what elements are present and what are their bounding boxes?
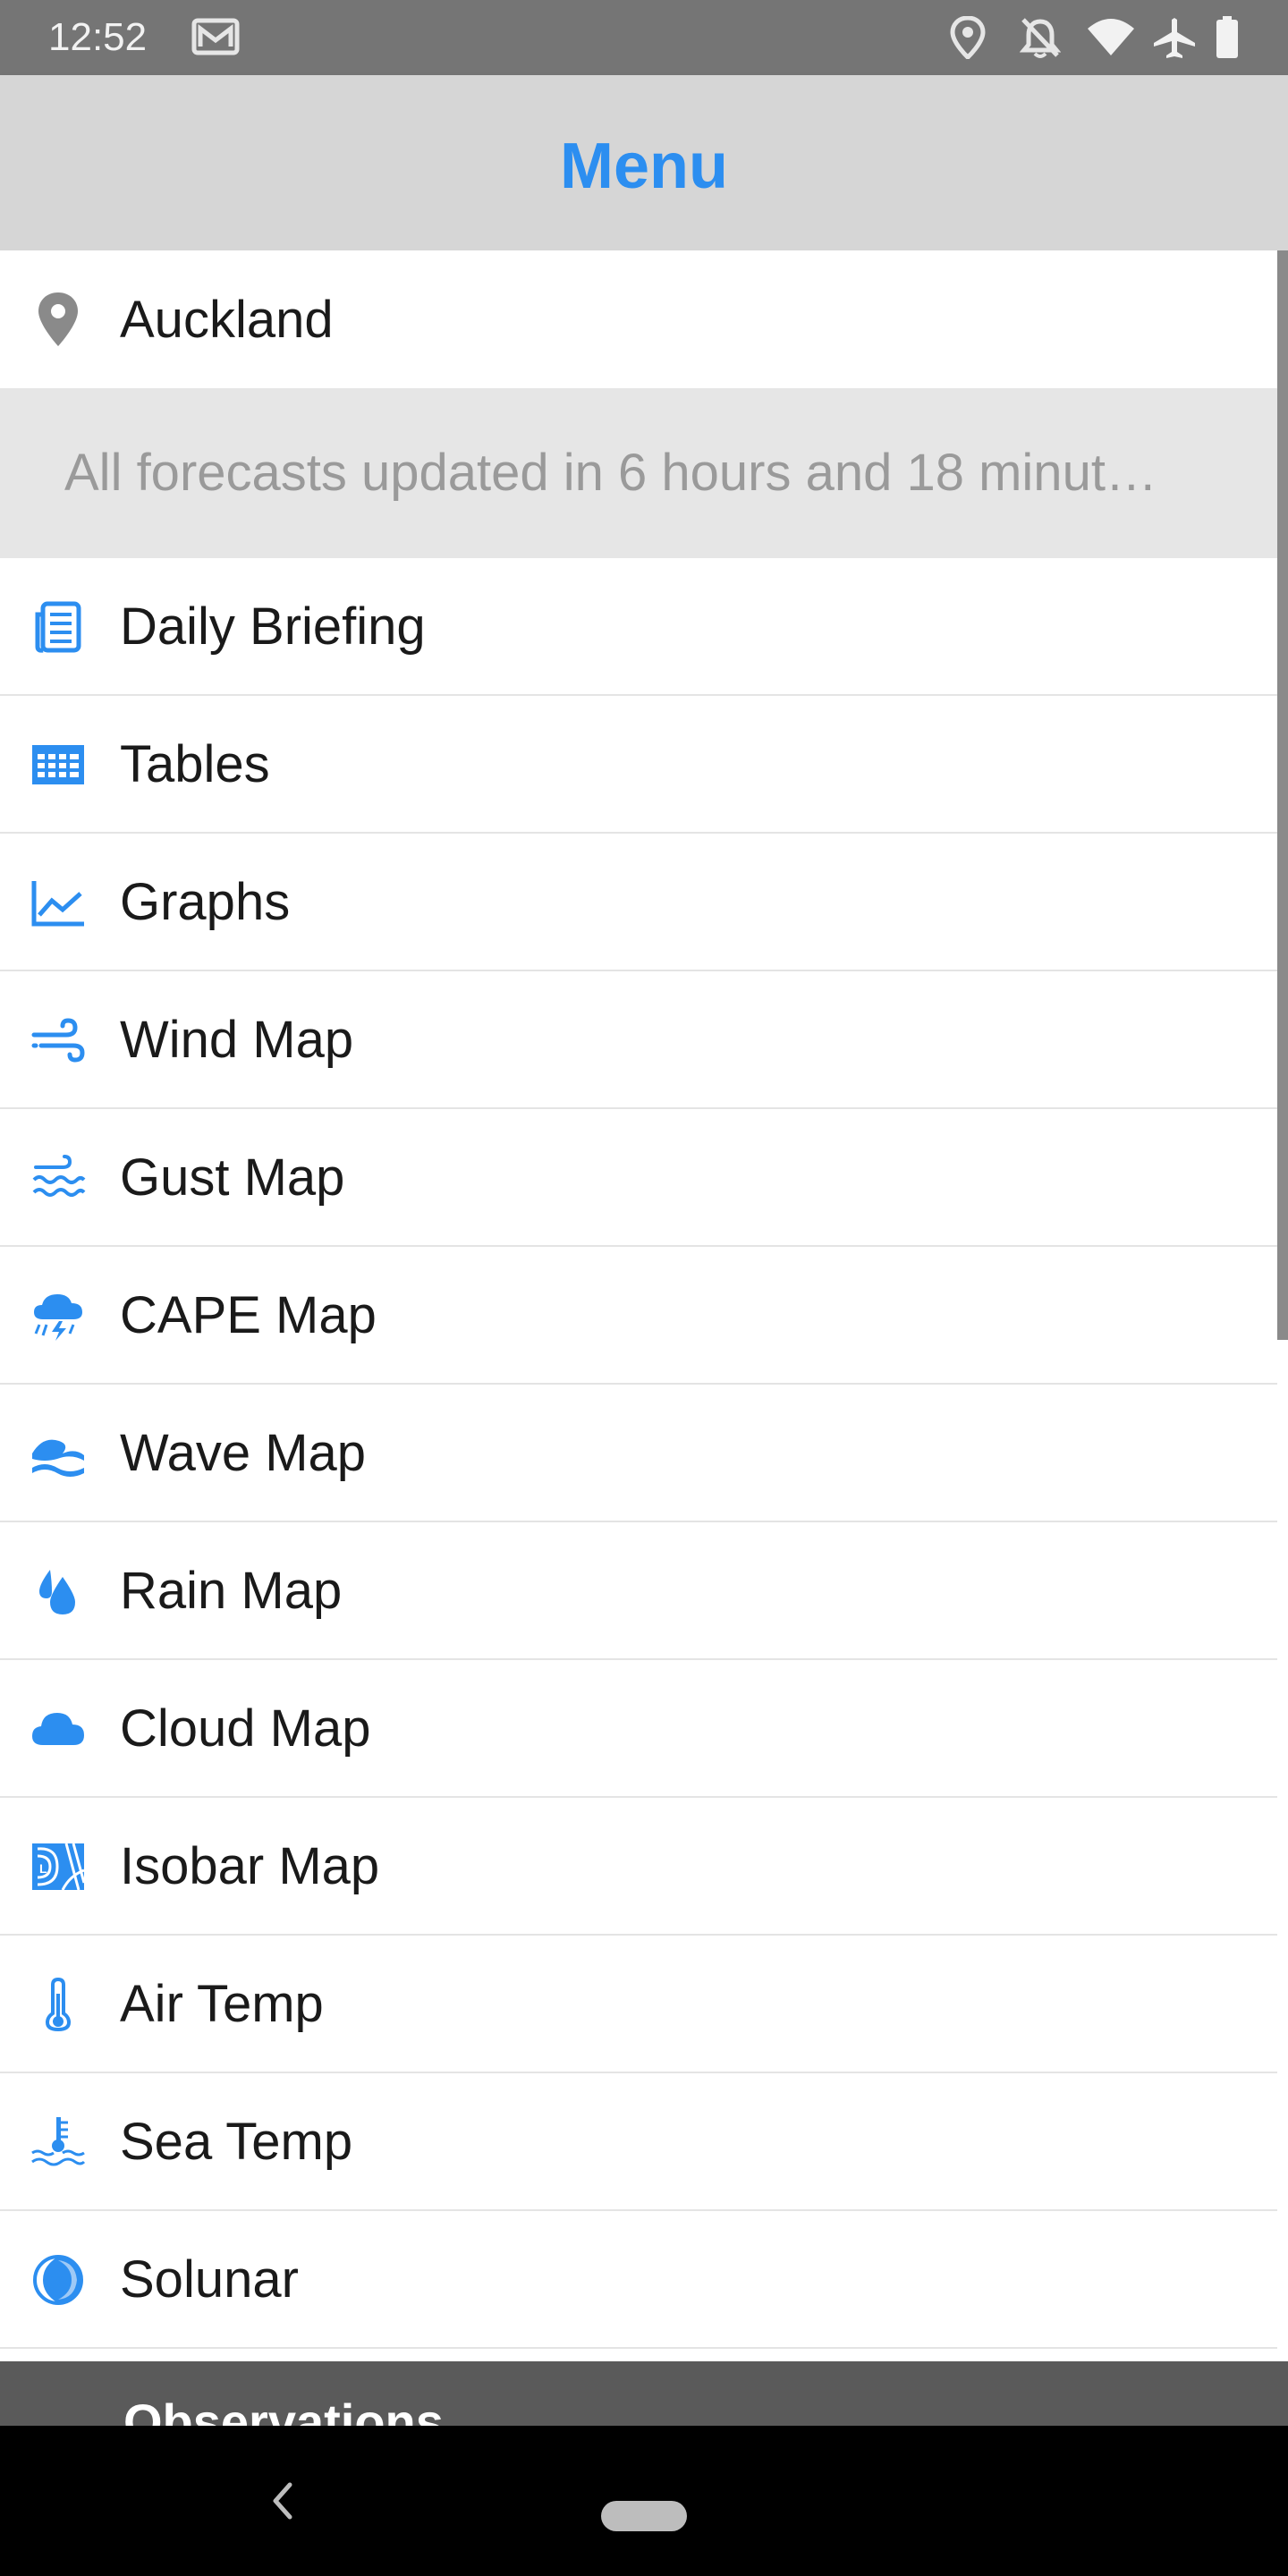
menu-item-label: Gust Map: [120, 1148, 345, 1207]
wind-icon: [30, 1013, 86, 1067]
menu-item-label: Wind Map: [120, 1011, 354, 1069]
menu-item-gust-map[interactable]: Gust Map: [0, 1109, 1277, 1247]
menu-item-cape-map[interactable]: CAPE Map: [0, 1247, 1277, 1385]
airplane-icon: [1152, 16, 1197, 64]
section-title: Observations: [123, 2394, 444, 2426]
menu-item-isobar-map[interactable]: L Isobar Map: [0, 1798, 1277, 1936]
cloud-icon: [30, 1702, 86, 1756]
scrollbar[interactable]: [1277, 250, 1288, 1340]
menu-item-wave-map[interactable]: Wave Map: [0, 1385, 1277, 1522]
menu-item-cloud-map[interactable]: Cloud Map: [0, 1660, 1277, 1798]
location-name: Auckland: [120, 291, 334, 349]
menu-item-label: Daily Briefing: [120, 597, 426, 656]
menu-item-wind-map[interactable]: Wind Map: [0, 971, 1277, 1109]
status-time: 12:52: [48, 15, 148, 59]
menu-item-label: CAPE Map: [120, 1286, 377, 1344]
menu-list: Daily Briefing Tables Graphs Wind Map Gu…: [0, 558, 1277, 2349]
menu-item-label: Isobar Map: [120, 1837, 380, 1895]
line-chart-icon: [30, 876, 86, 929]
system-nav-bar: [0, 2426, 1288, 2576]
wifi-icon: [1086, 16, 1136, 62]
battery-icon: [1215, 16, 1240, 64]
map-pin-icon: [36, 291, 80, 352]
status-bar: 12:52: [0, 0, 1288, 75]
moon-icon: [30, 2253, 86, 2307]
update-banner-text: All forecasts updated in 6 hours and 18 …: [64, 444, 1157, 502]
page-title: Menu: [560, 131, 728, 202]
isobar-icon: L: [30, 1840, 86, 1894]
thermometer-icon: [30, 1977, 86, 2032]
menu-item-label: Sea Temp: [120, 2113, 353, 2171]
menu-item-graphs[interactable]: Graphs: [0, 834, 1277, 971]
menu-item-label: Tables: [120, 735, 270, 793]
alarm-off-icon: [1019, 16, 1062, 64]
home-pill-button[interactable]: [601, 2501, 687, 2531]
menu-item-air-temp[interactable]: Air Temp: [0, 1936, 1277, 2073]
menu-item-sea-temp[interactable]: Sea Temp: [0, 2073, 1277, 2211]
back-icon[interactable]: [265, 2478, 301, 2529]
menu-item-label: Air Temp: [120, 1975, 324, 2033]
menu-item-label: Wave Map: [120, 1424, 367, 1482]
svg-text:L: L: [39, 1861, 47, 1876]
update-banner: All forecasts updated in 6 hours and 18 …: [0, 388, 1277, 558]
newspaper-icon: [30, 600, 86, 654]
menu-item-rain-map[interactable]: Rain Map: [0, 1522, 1277, 1660]
section-header-observations: Observations: [0, 2361, 1288, 2426]
menu-item-label: Rain Map: [120, 1562, 343, 1620]
gmail-icon: [191, 16, 240, 62]
menu-item-daily-briefing[interactable]: Daily Briefing: [0, 558, 1277, 696]
app-header: Menu: [0, 75, 1288, 250]
location-row[interactable]: Auckland: [0, 250, 1277, 388]
menu-item-label: Cloud Map: [120, 1699, 371, 1758]
menu-item-tables[interactable]: Tables: [0, 696, 1277, 834]
gust-icon: [30, 1151, 86, 1205]
menu-item-solunar[interactable]: Solunar: [0, 2211, 1277, 2349]
table-icon: [30, 738, 86, 792]
thunderstorm-icon: [30, 1289, 86, 1343]
raindrops-icon: [30, 1564, 86, 1618]
menu-item-label: Solunar: [120, 2250, 299, 2309]
location-icon: [950, 15, 986, 64]
sea-thermometer-icon: [30, 2115, 86, 2169]
menu-item-label: Graphs: [120, 873, 291, 931]
wave-icon: [30, 1427, 86, 1480]
